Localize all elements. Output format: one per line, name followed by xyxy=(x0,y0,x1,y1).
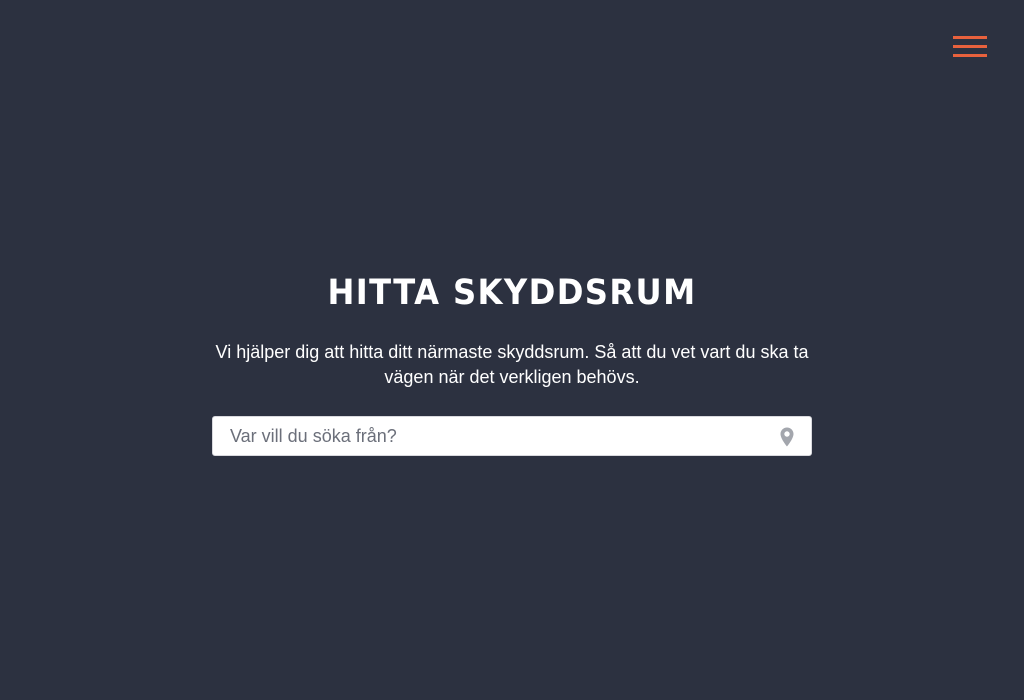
menu-button[interactable] xyxy=(950,33,990,63)
hamburger-menu-icon xyxy=(953,36,987,57)
map-pin-icon xyxy=(780,427,794,447)
location-button[interactable] xyxy=(775,425,799,449)
page: HITTA SKYDDSRUM Vi hjälper dig att hitta… xyxy=(0,0,1024,700)
page-subtitle: Vi hjälper dig att hitta ditt närmaste s… xyxy=(215,342,809,387)
search-box xyxy=(212,416,812,456)
search-input[interactable] xyxy=(213,417,753,455)
page-title: HITTA SKYDDSRUM xyxy=(327,273,697,313)
hero-section: HITTA SKYDDSRUM Vi hjälper dig att hitta… xyxy=(0,272,1024,390)
